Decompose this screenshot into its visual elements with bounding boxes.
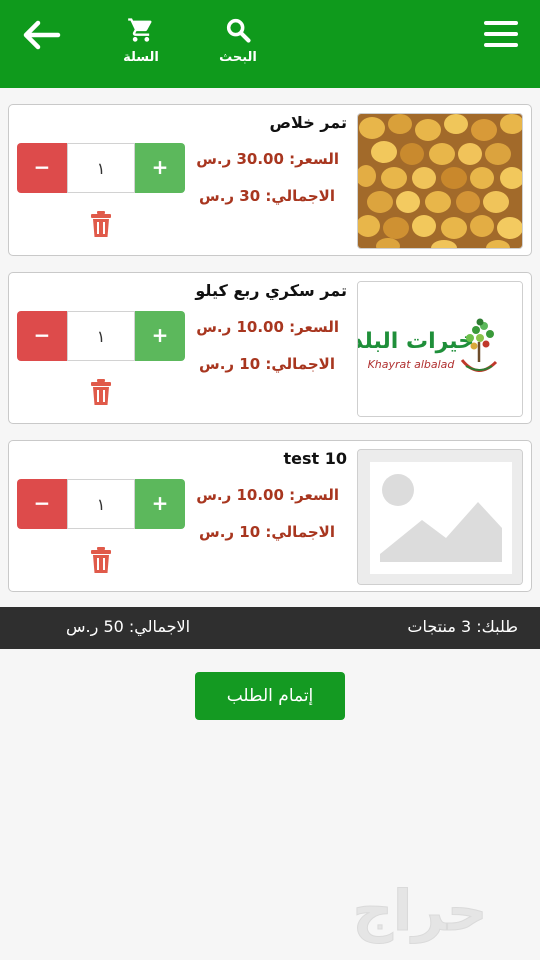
delete-item-button[interactable] bbox=[91, 547, 111, 573]
checkout-button[interactable]: إتمام الطلب bbox=[195, 672, 345, 720]
cart-item: test 10 السعر: 10.00 ر.س الاجمالي: 10 ر.… bbox=[8, 440, 532, 592]
menu-button[interactable] bbox=[482, 18, 520, 50]
hamburger-menu-icon bbox=[484, 21, 518, 47]
haraj-watermark-logo: حراج bbox=[352, 879, 488, 945]
delete-item-button[interactable] bbox=[91, 211, 111, 237]
increase-quantity-button[interactable]: + bbox=[135, 479, 185, 529]
product-total: الاجمالي: 10 ر.س bbox=[199, 523, 335, 541]
dates-photo bbox=[358, 114, 522, 248]
quantity-input[interactable] bbox=[67, 143, 135, 193]
product-price: السعر: 10.00 ر.س bbox=[196, 318, 339, 336]
product-total: الاجمالي: 30 ر.س bbox=[199, 187, 335, 205]
quantity-stepper: − + bbox=[17, 143, 185, 193]
logo-text-ar: خيرات البلد bbox=[358, 329, 474, 354]
quantity-input[interactable] bbox=[67, 479, 135, 529]
order-summary-bar: الاجمالي: 50 ر.س طلبك: 3 منتجات bbox=[0, 607, 540, 649]
increase-quantity-button[interactable]: + bbox=[135, 143, 185, 193]
quantity-input[interactable] bbox=[67, 311, 135, 361]
search-label: البحث bbox=[219, 50, 257, 65]
search-button[interactable]: البحث bbox=[208, 16, 268, 72]
product-image[interactable] bbox=[357, 113, 523, 249]
product-price: السعر: 30.00 ر.س bbox=[196, 150, 339, 168]
cart-item: خيرات البلد Khayrat albalad تمر سكري ربع… bbox=[8, 272, 532, 424]
product-image[interactable]: خيرات البلد Khayrat albalad bbox=[357, 281, 523, 417]
product-name[interactable]: test 10 bbox=[283, 449, 347, 468]
cart-item: تمر خلاص السعر: 30.00 ر.س الاجمالي: 30 ر… bbox=[8, 104, 532, 256]
arrow-left-icon bbox=[23, 20, 61, 50]
image-placeholder-icon bbox=[358, 450, 522, 584]
quantity-stepper: − + bbox=[17, 311, 185, 361]
decrease-quantity-button[interactable]: − bbox=[17, 143, 67, 193]
delete-item-button[interactable] bbox=[91, 379, 111, 405]
trash-icon bbox=[91, 211, 111, 237]
cart-label: السلة bbox=[123, 50, 159, 65]
svg-text:حراج: حراج bbox=[353, 879, 488, 944]
product-total: الاجمالي: 10 ر.س bbox=[199, 355, 335, 373]
search-icon bbox=[226, 18, 251, 43]
product-image[interactable] bbox=[357, 449, 523, 585]
product-price: السعر: 10.00 ر.س bbox=[196, 486, 339, 504]
increase-quantity-button[interactable]: + bbox=[135, 311, 185, 361]
back-button[interactable] bbox=[20, 18, 62, 52]
product-name[interactable]: تمر سكري ربع كيلو bbox=[195, 281, 347, 300]
decrease-quantity-button[interactable]: − bbox=[17, 311, 67, 361]
product-name[interactable]: تمر خلاص bbox=[270, 113, 347, 132]
logo-text-en: Khayrat albalad bbox=[368, 358, 456, 371]
decrease-quantity-button[interactable]: − bbox=[17, 479, 67, 529]
quantity-stepper: − + bbox=[17, 479, 185, 529]
brand-logo: خيرات البلد Khayrat albalad bbox=[358, 282, 522, 416]
trash-icon bbox=[91, 379, 111, 405]
order-count: طلبك: 3 منتجات bbox=[407, 617, 518, 636]
cart-button[interactable]: السلة bbox=[112, 16, 170, 72]
trash-icon bbox=[91, 547, 111, 573]
order-total: الاجمالي: 50 ر.س bbox=[66, 617, 191, 636]
app-header: السلة البحث bbox=[0, 0, 540, 88]
cart-icon bbox=[128, 18, 152, 42]
